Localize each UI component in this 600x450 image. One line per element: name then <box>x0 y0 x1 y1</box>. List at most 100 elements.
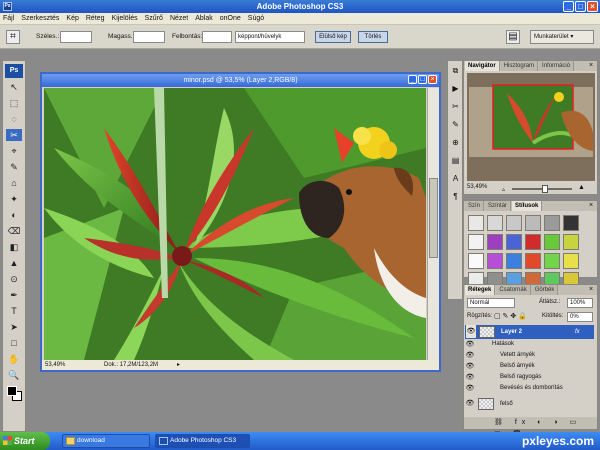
doc-minimize-button[interactable]: _ <box>408 75 417 84</box>
sharpen-tool-icon[interactable]: ▲ <box>6 257 22 269</box>
navigator-zoom-value[interactable]: 53,49% <box>467 184 487 190</box>
layer-row-felso[interactable]: 👁 felső <box>464 397 593 411</box>
doc-maximize-button[interactable]: □ <box>418 75 427 84</box>
blur-tool-icon[interactable]: ◧ <box>6 241 22 253</box>
visibility-eye-icon[interactable]: 👁 <box>465 383 475 396</box>
zoom-slider-thumb[interactable] <box>542 185 548 193</box>
zoom-out-icon[interactable]: ▵ <box>502 186 505 193</box>
tab-styles[interactable]: Stílusok <box>512 201 543 211</box>
menu-file[interactable]: Fájl <box>3 15 14 22</box>
dodge-tool-icon[interactable]: ⊙ <box>6 273 22 285</box>
menu-edit[interactable]: Szerkesztés <box>21 15 59 22</box>
tab-info[interactable]: Információ <box>539 61 575 71</box>
type-tool-icon[interactable]: T <box>6 305 22 317</box>
history-panel-icon[interactable]: ⧉ <box>450 65 461 76</box>
style-swatch[interactable] <box>563 253 579 269</box>
navigator-preview[interactable] <box>467 73 595 181</box>
blend-mode-select[interactable]: Normál <box>467 298 515 308</box>
layers-bottom-toolbar[interactable]: ⛓ fx ◐ ◑ ▭ ▣ 🗑 <box>464 417 597 438</box>
style-swatch[interactable] <box>525 215 541 231</box>
actions-panel-icon[interactable]: ▶ <box>450 83 461 94</box>
layer-comps-icon[interactable]: ▤ <box>450 155 461 166</box>
hand-tool-icon[interactable]: ✋ <box>6 353 22 365</box>
image-canvas[interactable] <box>44 88 426 360</box>
path-select-tool-icon[interactable]: ➤ <box>6 321 22 333</box>
effect-row[interactable]: 👁 Vetett árnyék <box>464 350 593 361</box>
tab-histogram[interactable]: Hisztogram <box>500 61 539 71</box>
effect-row[interactable]: 👁 Belső árnyék <box>464 361 593 372</box>
start-button[interactable]: Start <box>0 432 50 450</box>
stamp-tool-icon[interactable]: ⌂ <box>6 177 22 189</box>
menu-onone[interactable]: onOne <box>220 15 241 22</box>
effect-row[interactable]: 👁 Belső ragyogás <box>464 372 593 383</box>
resolution-input[interactable] <box>202 31 232 43</box>
workspace-menu[interactable]: Munkaterület ▾ <box>530 30 594 44</box>
document-vertical-scrollbar[interactable] <box>427 88 439 360</box>
eyedropper-tool-icon[interactable]: ⌖ <box>6 145 22 157</box>
marquee-tool-icon[interactable]: ⬚ <box>6 97 22 109</box>
layer-row-effects[interactable]: 👁 Hatások <box>464 339 593 350</box>
visibility-eye-icon[interactable]: 👁 <box>466 325 476 338</box>
history-brush-icon[interactable]: ✦ <box>6 193 22 205</box>
fill-input[interactable]: 0% <box>567 312 593 322</box>
paragraph-panel-icon[interactable]: ¶ <box>450 191 461 202</box>
crop-tool-icon[interactable]: ⌗ <box>6 30 20 44</box>
style-swatch[interactable] <box>487 215 503 231</box>
tab-navigator[interactable]: Navigátor <box>465 61 500 71</box>
tab-layers[interactable]: Rétegek <box>465 285 496 295</box>
pen-tool-icon[interactable]: ✒ <box>6 289 22 301</box>
gradient-tool-icon[interactable]: ⌫ <box>6 225 22 237</box>
lasso-tool-icon[interactable]: ◌ <box>6 113 22 125</box>
tab-color[interactable]: Szín <box>465 201 485 211</box>
tab-swatches[interactable]: Színtár <box>485 201 512 211</box>
style-swatch[interactable] <box>506 234 522 250</box>
zoom-readout[interactable]: 53,49% <box>45 360 65 370</box>
style-swatch[interactable] <box>563 234 579 250</box>
close-button[interactable]: × <box>587 1 598 12</box>
eraser-tool-icon[interactable]: ◐ <box>6 209 22 221</box>
style-swatch[interactable] <box>506 215 522 231</box>
resolution-unit-select[interactable]: képpont/hüvelyk <box>235 31 305 43</box>
style-swatch[interactable] <box>544 234 560 250</box>
clear-button[interactable]: Törlés <box>358 31 388 43</box>
menu-layer[interactable]: Réteg <box>86 15 105 22</box>
layer-row-layer2[interactable]: 👁 Layer 2 fx <box>465 325 594 339</box>
menu-filter[interactable]: Szűrő <box>145 15 163 22</box>
style-swatch[interactable] <box>468 253 484 269</box>
menu-help[interactable]: Súgó <box>248 15 264 22</box>
foreground-color-swatch[interactable] <box>7 386 17 396</box>
layers-close-icon[interactable]: × <box>587 286 595 294</box>
style-swatch[interactable] <box>525 253 541 269</box>
tab-channels[interactable]: Csatornák <box>496 285 531 295</box>
styles-close-icon[interactable]: × <box>587 202 595 210</box>
tab-curves[interactable]: Görbék <box>531 285 559 295</box>
width-input[interactable] <box>60 31 92 43</box>
shape-tool-icon[interactable]: □ <box>6 337 22 349</box>
visibility-eye-icon[interactable]: 👁 <box>465 397 475 410</box>
opacity-input[interactable]: 100% <box>567 298 593 308</box>
front-image-button[interactable]: Elülső kép <box>315 31 351 43</box>
doc-close-button[interactable]: × <box>428 75 437 84</box>
minimize-button[interactable]: _ <box>563 1 574 12</box>
fx-icon[interactable]: fx <box>575 325 580 339</box>
lock-icons[interactable]: ▢ ✎ ✥ 🔒 <box>494 312 527 320</box>
character-panel-icon[interactable]: A <box>450 173 461 184</box>
zoom-tool-icon[interactable]: 🔍 <box>6 369 22 381</box>
style-swatch[interactable] <box>544 215 560 231</box>
move-tool-icon[interactable]: ↖ <box>6 81 22 93</box>
navigator-close-icon[interactable]: × <box>587 62 595 70</box>
brushes-panel-icon[interactable]: ✎ <box>450 119 461 130</box>
palette-well-icon[interactable]: ▤ <box>506 30 520 44</box>
style-swatch[interactable] <box>468 234 484 250</box>
taskbar-item-download[interactable]: download <box>62 434 150 448</box>
maximize-button[interactable]: □ <box>575 1 586 12</box>
menu-image[interactable]: Kép <box>66 15 78 22</box>
style-swatch[interactable] <box>544 253 560 269</box>
tool-presets-icon[interactable]: ✂ <box>450 101 461 112</box>
menu-select[interactable]: Kijelölés <box>112 15 138 22</box>
taskbar-item-photoshop[interactable]: Adobe Photoshop CS3 <box>155 434 250 448</box>
effect-row[interactable]: 👁 Bevésés és domborítás <box>464 383 593 394</box>
style-swatch[interactable] <box>468 215 484 231</box>
menu-window[interactable]: Ablak <box>195 15 213 22</box>
scroll-thumb[interactable] <box>429 178 438 258</box>
